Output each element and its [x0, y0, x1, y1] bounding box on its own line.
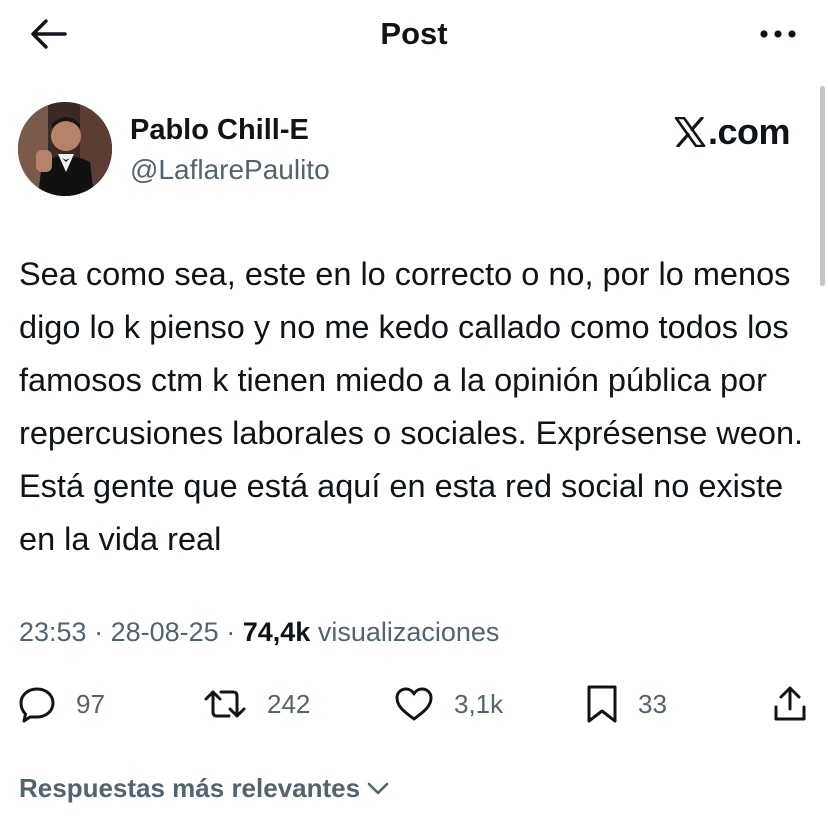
action-bar: 97 242 3,1k 33: [0, 680, 828, 728]
post-date: 28-08-25: [110, 617, 219, 647]
reply-bubble-icon: [19, 687, 55, 723]
meta-separator: ·: [94, 617, 104, 647]
bookmark-count: 33: [638, 688, 667, 719]
repost-icon: [204, 690, 246, 718]
post-text: Sea como sea, este en lo correcto o no, …: [19, 256, 804, 557]
post-time: 23:53: [19, 617, 87, 647]
repost-count: 242: [267, 688, 311, 719]
like-button[interactable]: 3,1k: [394, 680, 503, 728]
top-bar: Post: [0, 0, 828, 70]
bookmark-icon: [587, 685, 617, 723]
avatar-photo: [18, 102, 112, 196]
brand-text: .com: [707, 111, 791, 152]
page-title: Post: [380, 16, 448, 51]
post-meta: 23:53 · 28-08-25 · 74,4k visualizaciones: [19, 612, 499, 652]
bookmark-button[interactable]: 33: [586, 680, 667, 728]
reply-button[interactable]: 97: [18, 680, 105, 728]
chevron-down-icon: [367, 782, 389, 795]
share-icon: [774, 686, 806, 721]
more-options-button[interactable]: [756, 18, 800, 50]
x-logo-icon: [674, 117, 706, 147]
reply-count: 97: [76, 688, 105, 719]
replies-sort-dropdown[interactable]: Respuestas más relevantes: [19, 770, 390, 806]
share-button[interactable]: [772, 680, 808, 728]
author-name[interactable]: Pablo Chill-E: [130, 112, 309, 148]
more-horizontal-icon: [760, 30, 796, 38]
views-label: visualizaciones: [317, 617, 500, 647]
like-count: 3,1k: [454, 688, 504, 719]
scrollbar[interactable]: [820, 86, 825, 286]
brand-watermark: .com: [674, 110, 791, 154]
heart-icon: [395, 687, 433, 721]
author-handle[interactable]: @LaflarePaulito: [130, 152, 330, 188]
repost-button[interactable]: 242: [203, 680, 310, 728]
replies-sort-label: Respuestas más relevantes: [19, 773, 361, 803]
avatar[interactable]: [18, 102, 112, 196]
meta-separator: ·: [226, 617, 236, 647]
views-count[interactable]: 74,4k: [243, 617, 311, 647]
post-page: Post Pablo Chill-E @LaflarePaulito .com …: [0, 0, 828, 828]
